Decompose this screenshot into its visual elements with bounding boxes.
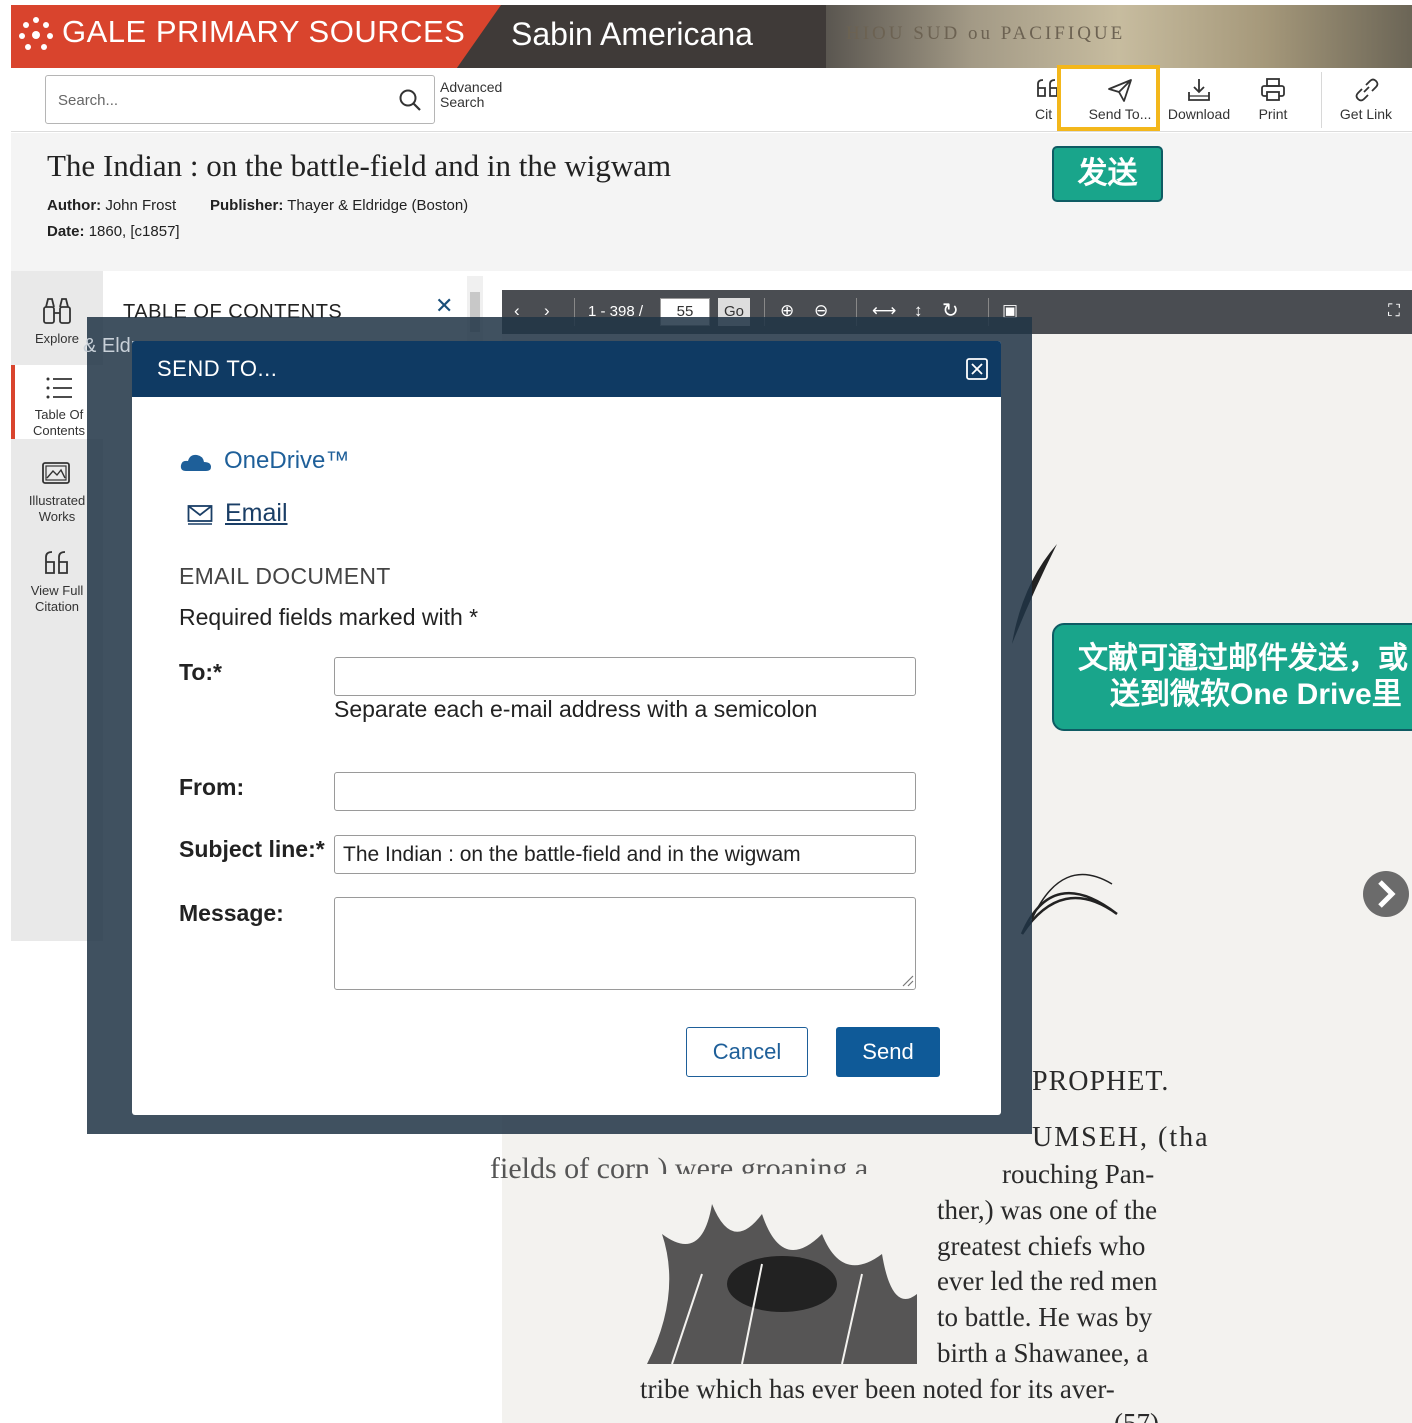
scan-line-2: rouching Pan-	[1002, 1159, 1155, 1189]
fullscreen-icon[interactable]: ⛶	[1388, 301, 1400, 321]
scan-page-number: (57)	[1114, 1408, 1159, 1423]
get-link-button[interactable]: Get Link	[1333, 76, 1399, 128]
nav-explore-label: Explore	[34, 331, 80, 346]
nav-citation-label-line2: Citation	[34, 599, 80, 614]
binoculars-icon	[43, 298, 71, 324]
image-gallery-icon	[42, 462, 70, 484]
dialog-header: SEND TO...	[132, 341, 1001, 397]
banner-map-text: HIOU SUD ou PACIFIQUE	[846, 23, 1126, 44]
scan-line-1: UMSEH, (tha	[1032, 1122, 1210, 1153]
print-label: Print	[1258, 106, 1288, 122]
get-link-label: Get Link	[1339, 106, 1393, 122]
send-button[interactable]: Send	[836, 1027, 940, 1077]
to-field[interactable]	[334, 657, 916, 696]
nav-citation-label-line1: View Full	[30, 583, 84, 598]
email-section-title: EMAIL DOCUMENT	[179, 563, 391, 589]
brand-name: GALE PRIMARY SOURCES	[62, 14, 466, 49]
quote-icon	[45, 551, 68, 574]
send-callout: 发送	[1052, 146, 1163, 202]
email-callout: 文献可通过邮件发送，或 送到微软One Drive里	[1052, 623, 1412, 731]
printer-icon	[1261, 78, 1285, 101]
to-help-text: Separate each e-mail address with a semi…	[334, 696, 818, 722]
download-icon	[1188, 79, 1210, 101]
publisher-label: Publisher:	[210, 197, 284, 214]
message-label: Message:	[179, 900, 284, 926]
dialog-title: SEND TO...	[157, 356, 278, 381]
toolbar: Advanced Search Cit Send To... Download	[11, 65, 1412, 132]
brand-block[interactable]: GALE PRIMARY SOURCES	[11, 5, 501, 68]
search-input[interactable]	[58, 85, 378, 115]
nav-illustrated-label-line2: Works	[38, 509, 76, 524]
collection-name: Sabin Americana	[511, 16, 753, 52]
send-to-highlight-box	[1057, 65, 1160, 131]
author-label: Author:	[47, 197, 102, 214]
message-field[interactable]	[334, 897, 916, 990]
document-header: The Indian : on the battle-field and in …	[11, 133, 1412, 271]
email-callout-line2: 送到微软One Drive里	[1110, 678, 1402, 711]
advanced-search-line1: Advanced	[440, 79, 503, 95]
print-button[interactable]: Print	[1249, 76, 1297, 128]
author-meta: Author: John Frost	[47, 197, 176, 214]
search-box	[45, 75, 435, 124]
scan-heading: PROPHET.	[1032, 1066, 1170, 1097]
envelope-icon	[187, 505, 213, 526]
scan-line-5: ever led the red men	[937, 1266, 1158, 1296]
onedrive-cloud-icon	[180, 454, 211, 471]
advanced-search-link[interactable]: Advanced Search	[440, 80, 520, 110]
subject-field[interactable]	[334, 835, 916, 874]
search-icon[interactable]	[398, 88, 422, 112]
resize-grip-icon[interactable]	[900, 973, 914, 987]
email-option[interactable]: Email	[187, 499, 288, 528]
cancel-button[interactable]: Cancel	[686, 1027, 808, 1077]
toc-peek-text: & Eldr	[83, 335, 138, 357]
nav-toc-label-line1: Table Of	[34, 407, 84, 422]
link-icon	[1355, 78, 1379, 102]
subject-label: Subject line:*	[179, 836, 325, 862]
close-icon[interactable]	[966, 358, 988, 380]
scan-line-6: to battle. He was by	[937, 1302, 1153, 1332]
document-title: The Indian : on the battle-field and in …	[47, 148, 672, 183]
email-callout-line1: 文献可通过邮件发送，或	[1078, 642, 1408, 675]
date-label: Date:	[47, 223, 85, 240]
email-label: Email	[225, 499, 288, 527]
date-meta: Date: 1860, [c1857]	[47, 223, 180, 240]
list-icon	[46, 377, 72, 399]
toolbar-divider	[1321, 72, 1322, 128]
banner-map-image: HIOU SUD ou PACIFIQUE	[826, 5, 1412, 68]
advanced-search-line2: Search	[440, 94, 485, 110]
toc-close-icon[interactable]: ✕	[435, 293, 453, 319]
to-label: To:*	[179, 659, 223, 685]
from-label: From:	[179, 774, 245, 800]
nav-illustrated-label-line1: Illustrated	[28, 493, 86, 508]
engraving-illustration	[642, 1174, 922, 1369]
publisher-meta: Publisher: Thayer & Eldridge (Boston)	[210, 197, 468, 214]
download-button[interactable]: Download	[1161, 76, 1237, 128]
onedrive-option[interactable]: OneDrive™	[180, 447, 349, 475]
page-root: HIOU SUD ou PACIFIQUE GALE PRIMARY SOURC…	[0, 0, 1412, 1423]
scan-line-7: birth a Shawanee, a	[937, 1338, 1149, 1368]
from-field[interactable]	[334, 772, 916, 811]
nav-toc-label-line2: Contents	[32, 423, 86, 438]
next-page-arrow-icon[interactable]	[1362, 870, 1410, 918]
scan-line-4: greatest chiefs who	[937, 1231, 1146, 1261]
scan-line-3: ther,) was one of the	[937, 1195, 1158, 1225]
onedrive-label: OneDrive™	[224, 447, 350, 474]
date-value: 1860, [c1857]	[88, 223, 180, 240]
scan-line-8: tribe which has ever been noted for its …	[640, 1374, 1115, 1404]
publisher-value: Thayer & Eldridge (Boston)	[287, 197, 469, 214]
send-to-dialog: SEND TO... OneDrive™ Email EMAIL DOCUMEN…	[132, 341, 1001, 1115]
author-value: John Frost	[105, 197, 177, 214]
gale-logo-icon	[19, 17, 53, 50]
top-banner: HIOU SUD ou PACIFIQUE GALE PRIMARY SOURC…	[11, 5, 1412, 68]
required-fields-note: Required fields marked with *	[179, 604, 479, 630]
download-label: Download	[1167, 106, 1231, 122]
